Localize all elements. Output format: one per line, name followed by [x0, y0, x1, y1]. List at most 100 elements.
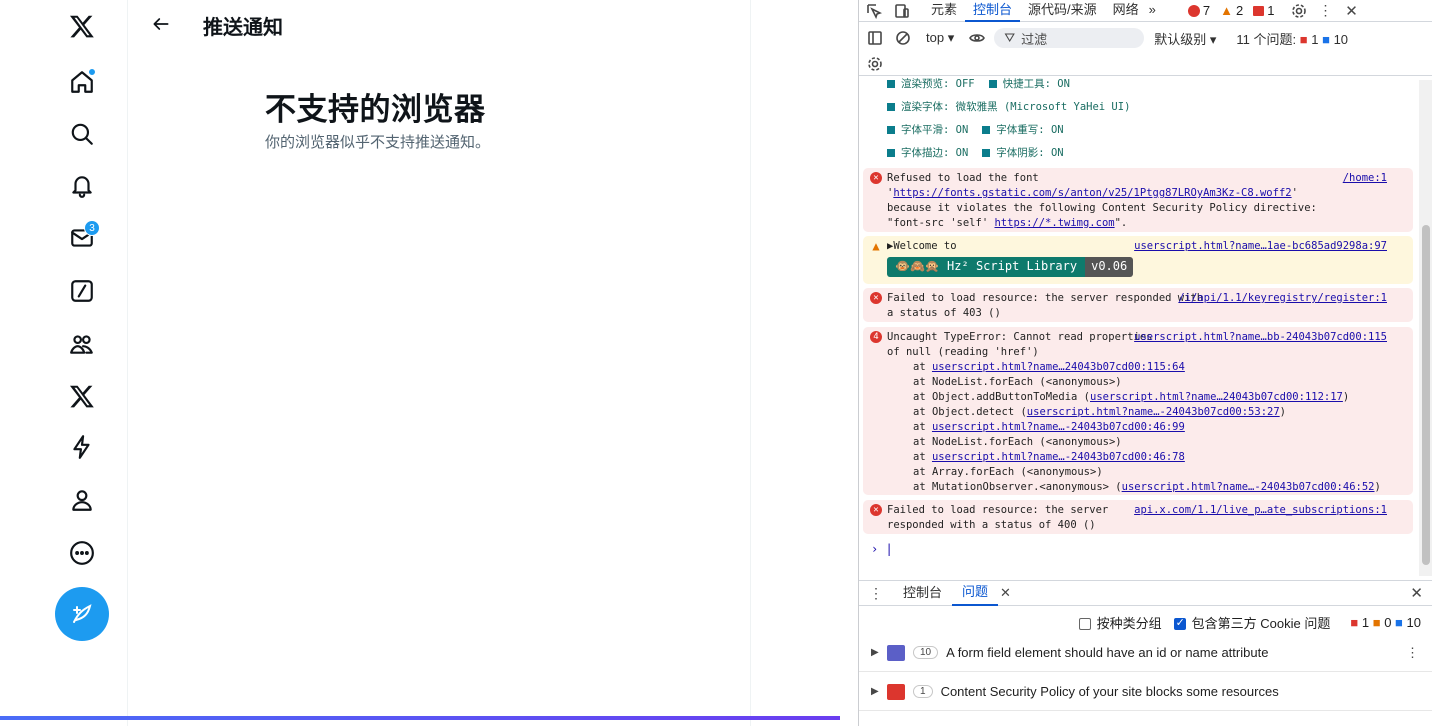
stack-frame-link[interactable]: userscript.html?name…24043b07cd00:115:64 — [932, 361, 1185, 373]
include-third-party-checkbox[interactable]: 包含第三方 Cookie 问题 — [1173, 613, 1330, 632]
devtools-panel: 元素 控制台 源代码/来源 网络 » 7 ▲ 2 1 ⋮ ✕ top ▾ ⛛ 过滤 … — [858, 0, 1432, 726]
premium-x-icon[interactable] — [56, 370, 108, 422]
font-url-link[interactable]: https://fonts.gstatic.com/s/anton/v25/1P… — [893, 187, 1291, 199]
compose-post-button[interactable] — [55, 587, 109, 641]
stack-frame-link[interactable]: userscript.html?name…-24043b07cd00:46:78 — [932, 451, 1185, 463]
scrollbar-thumb[interactable] — [1422, 225, 1430, 565]
stack-frame-link[interactable]: userscript.html?name…-24043b07cd00:46:52 — [1122, 481, 1375, 493]
error-icon: ✕ — [870, 504, 882, 516]
warning-count[interactable]: ▲ 2 — [1220, 3, 1243, 18]
message-source-link[interactable]: userscript.html?name…1ae-bc685ad9298a:97 — [1134, 239, 1387, 254]
issue-row-form-field[interactable]: ▶ 10 A form field element should have an… — [859, 634, 1432, 672]
close-drawer-icon[interactable]: ✕ — [1410, 584, 1423, 602]
issue-counts: ■ 1 ■ 0 ■ 10 — [1350, 614, 1421, 630]
tab-elements[interactable]: 元素 — [923, 0, 965, 22]
tab-console[interactable]: 控制台 — [965, 0, 1021, 22]
config-line: 字体描边: ON 字体阴影: ON — [887, 145, 1064, 160]
group-by-kind-checkbox[interactable]: 按种类分组 — [1078, 613, 1162, 632]
console-scrollbar[interactable] — [1419, 80, 1432, 576]
console-error-typeerror[interactable]: 4 userscript.html?name…bb-24043b07cd00:1… — [863, 327, 1413, 495]
issue-text: A form field element should have an id o… — [946, 645, 1269, 660]
close-devtools-icon[interactable]: ✕ — [1342, 2, 1360, 20]
stack-frame: at MutationObserver.<anonymous> (userscr… — [913, 481, 1381, 493]
stack-frame: at NodeList.forEach (<anonymous>) — [913, 376, 1122, 388]
stack-trace: at userscript.html?name…24043b07cd00:115… — [887, 360, 1407, 495]
stack-frame: at userscript.html?name…-24043b07cd00:46… — [913, 451, 1185, 463]
stack-frame-link[interactable]: userscript.html?name…24043b07cd00:112:17 — [1090, 391, 1343, 403]
stack-frame: at userscript.html?name…-24043b07cd00:46… — [913, 421, 1185, 433]
tab-sources[interactable]: 源代码/来源 — [1020, 0, 1105, 22]
console-prompt-input[interactable]: › | — [871, 542, 893, 556]
expand-arrow-icon: ▶ — [871, 686, 879, 697]
stack-frame-link[interactable]: userscript.html?name…-24043b07cd00:46:99 — [932, 421, 1185, 433]
log-level-dropdown[interactable]: 默认级别 ▾ — [1154, 29, 1216, 48]
panel-divider[interactable] — [840, 0, 858, 726]
console-error-403[interactable]: ✕ /i/api/1.1/keyregistry/register:1 Fail… — [863, 288, 1413, 322]
message-source-link[interactable]: /i/api/1.1/keyregistry/register:1 — [1178, 291, 1387, 306]
clear-console-icon[interactable] — [894, 29, 912, 47]
filter-funnel-icon: ⛛ — [1004, 30, 1016, 45]
sidebar-toggle-icon[interactable] — [866, 29, 884, 47]
profile-icon[interactable] — [56, 474, 108, 526]
config-line: 字体平滑: ON 字体重写: ON — [887, 122, 1064, 137]
issues-summary[interactable]: 11 个问题: ■ 1 ■ 10 — [1236, 29, 1348, 48]
notifications-bell-icon[interactable] — [56, 160, 108, 212]
inspect-element-icon[interactable] — [865, 2, 883, 20]
more-vertical-icon[interactable]: ⋮ — [1316, 2, 1334, 20]
console-error-csp-font[interactable]: ✕ /home:1 Refused to load the font 'http… — [863, 168, 1413, 232]
messages-mail-icon[interactable]: 3 — [56, 212, 108, 264]
message-source-link[interactable]: /home:1 — [1343, 171, 1387, 186]
drawer-tab-bar: ⋮ 控制台 问题 ✕ ✕ — [859, 580, 1432, 606]
issue-count[interactable]: 1 — [1253, 3, 1274, 18]
tab-network[interactable]: 网络 — [1105, 0, 1147, 22]
warning-icon: ▲ — [872, 239, 880, 253]
stack-frame-link[interactable]: userscript.html?name…-24043b07cd00:53:27 — [1027, 406, 1280, 418]
left-navigation: 3 — [0, 0, 128, 726]
config-line: 渲染字体: 微软雅黑 (Microsoft YaHei UI) — [887, 99, 1130, 114]
more-options-icon[interactable] — [56, 527, 108, 579]
drawer-tab-console[interactable]: 控制台 — [893, 580, 952, 606]
error-icon: ✕ — [870, 172, 882, 184]
stack-frame: at Object.detect (userscript.html?name…-… — [913, 406, 1286, 418]
devtools-tab-bar: 元素 控制台 源代码/来源 网络 » 7 ▲ 2 1 ⋮ ✕ — [859, 0, 1432, 22]
console-toolbar-row2 — [859, 52, 1432, 76]
search-icon[interactable] — [56, 108, 108, 160]
console-error-400[interactable]: ✕ api.x.com/1.1/live_p…ate_subscriptions… — [863, 500, 1413, 534]
message-source-link[interactable]: api.x.com/1.1/live_p…ate_subscriptions:1 — [1134, 503, 1387, 518]
communities-icon[interactable] — [56, 318, 108, 370]
back-arrow-icon — [153, 18, 169, 30]
script-library-badge: 🐵🙈🙊 Hz² Script Library v0.06 — [887, 257, 1134, 277]
verified-orgs-lightning-icon[interactable] — [56, 421, 108, 473]
issue-more-icon[interactable]: ⋮ — [1406, 645, 1419, 661]
settings-gear-icon[interactable] — [1290, 2, 1308, 20]
device-toolbar-icon[interactable] — [893, 2, 911, 20]
issue-row-csp[interactable]: ▶ 1 Content Security Policy of your site… — [859, 673, 1432, 711]
unsupported-browser-title: 不支持的浏览器 — [265, 92, 486, 127]
bottom-accent-bar — [0, 716, 840, 720]
page-title: 推送通知 — [203, 17, 283, 39]
close-issues-tab-icon[interactable]: ✕ — [1000, 585, 1011, 601]
issue-count-pill: 1 — [913, 685, 933, 698]
drawer-menu-icon[interactable]: ⋮ — [867, 584, 885, 602]
home-icon[interactable] — [56, 56, 108, 108]
messages-count-badge: 3 — [84, 220, 100, 236]
expand-arrow-icon: ▶ — [871, 647, 879, 658]
more-tabs-chevron-icon[interactable]: » — [1147, 0, 1158, 22]
context-selector[interactable]: top ▾ — [926, 30, 954, 46]
error-repeat-count: 4 — [870, 331, 882, 343]
issues-toolbar: 按种类分组 包含第三方 Cookie 问题 ■ 1 ■ 0 ■ 10 — [859, 610, 1432, 634]
live-expression-eye-icon[interactable] — [968, 29, 986, 47]
twimg-link[interactable]: https://*.twimg.com — [994, 217, 1114, 229]
back-arrow-button[interactable] — [143, 8, 179, 40]
x-logo-icon[interactable] — [56, 0, 108, 52]
message-source-link[interactable]: userscript.html?name…bb-24043b07cd00:115 — [1134, 330, 1387, 345]
error-count[interactable]: 7 — [1187, 3, 1210, 18]
console-warning-welcome[interactable]: ▲ userscript.html?name…1ae-bc685ad9298a:… — [863, 236, 1413, 284]
feather-quill-icon — [73, 604, 92, 623]
grok-icon[interactable] — [56, 265, 108, 317]
console-settings-gear-icon[interactable] — [866, 55, 884, 73]
console-filter-input[interactable]: ⛛ 过滤 — [994, 28, 1145, 48]
info-issue-icon — [887, 644, 905, 661]
home-notification-dot — [88, 68, 96, 76]
drawer-tab-issues[interactable]: 问题 — [952, 580, 999, 606]
